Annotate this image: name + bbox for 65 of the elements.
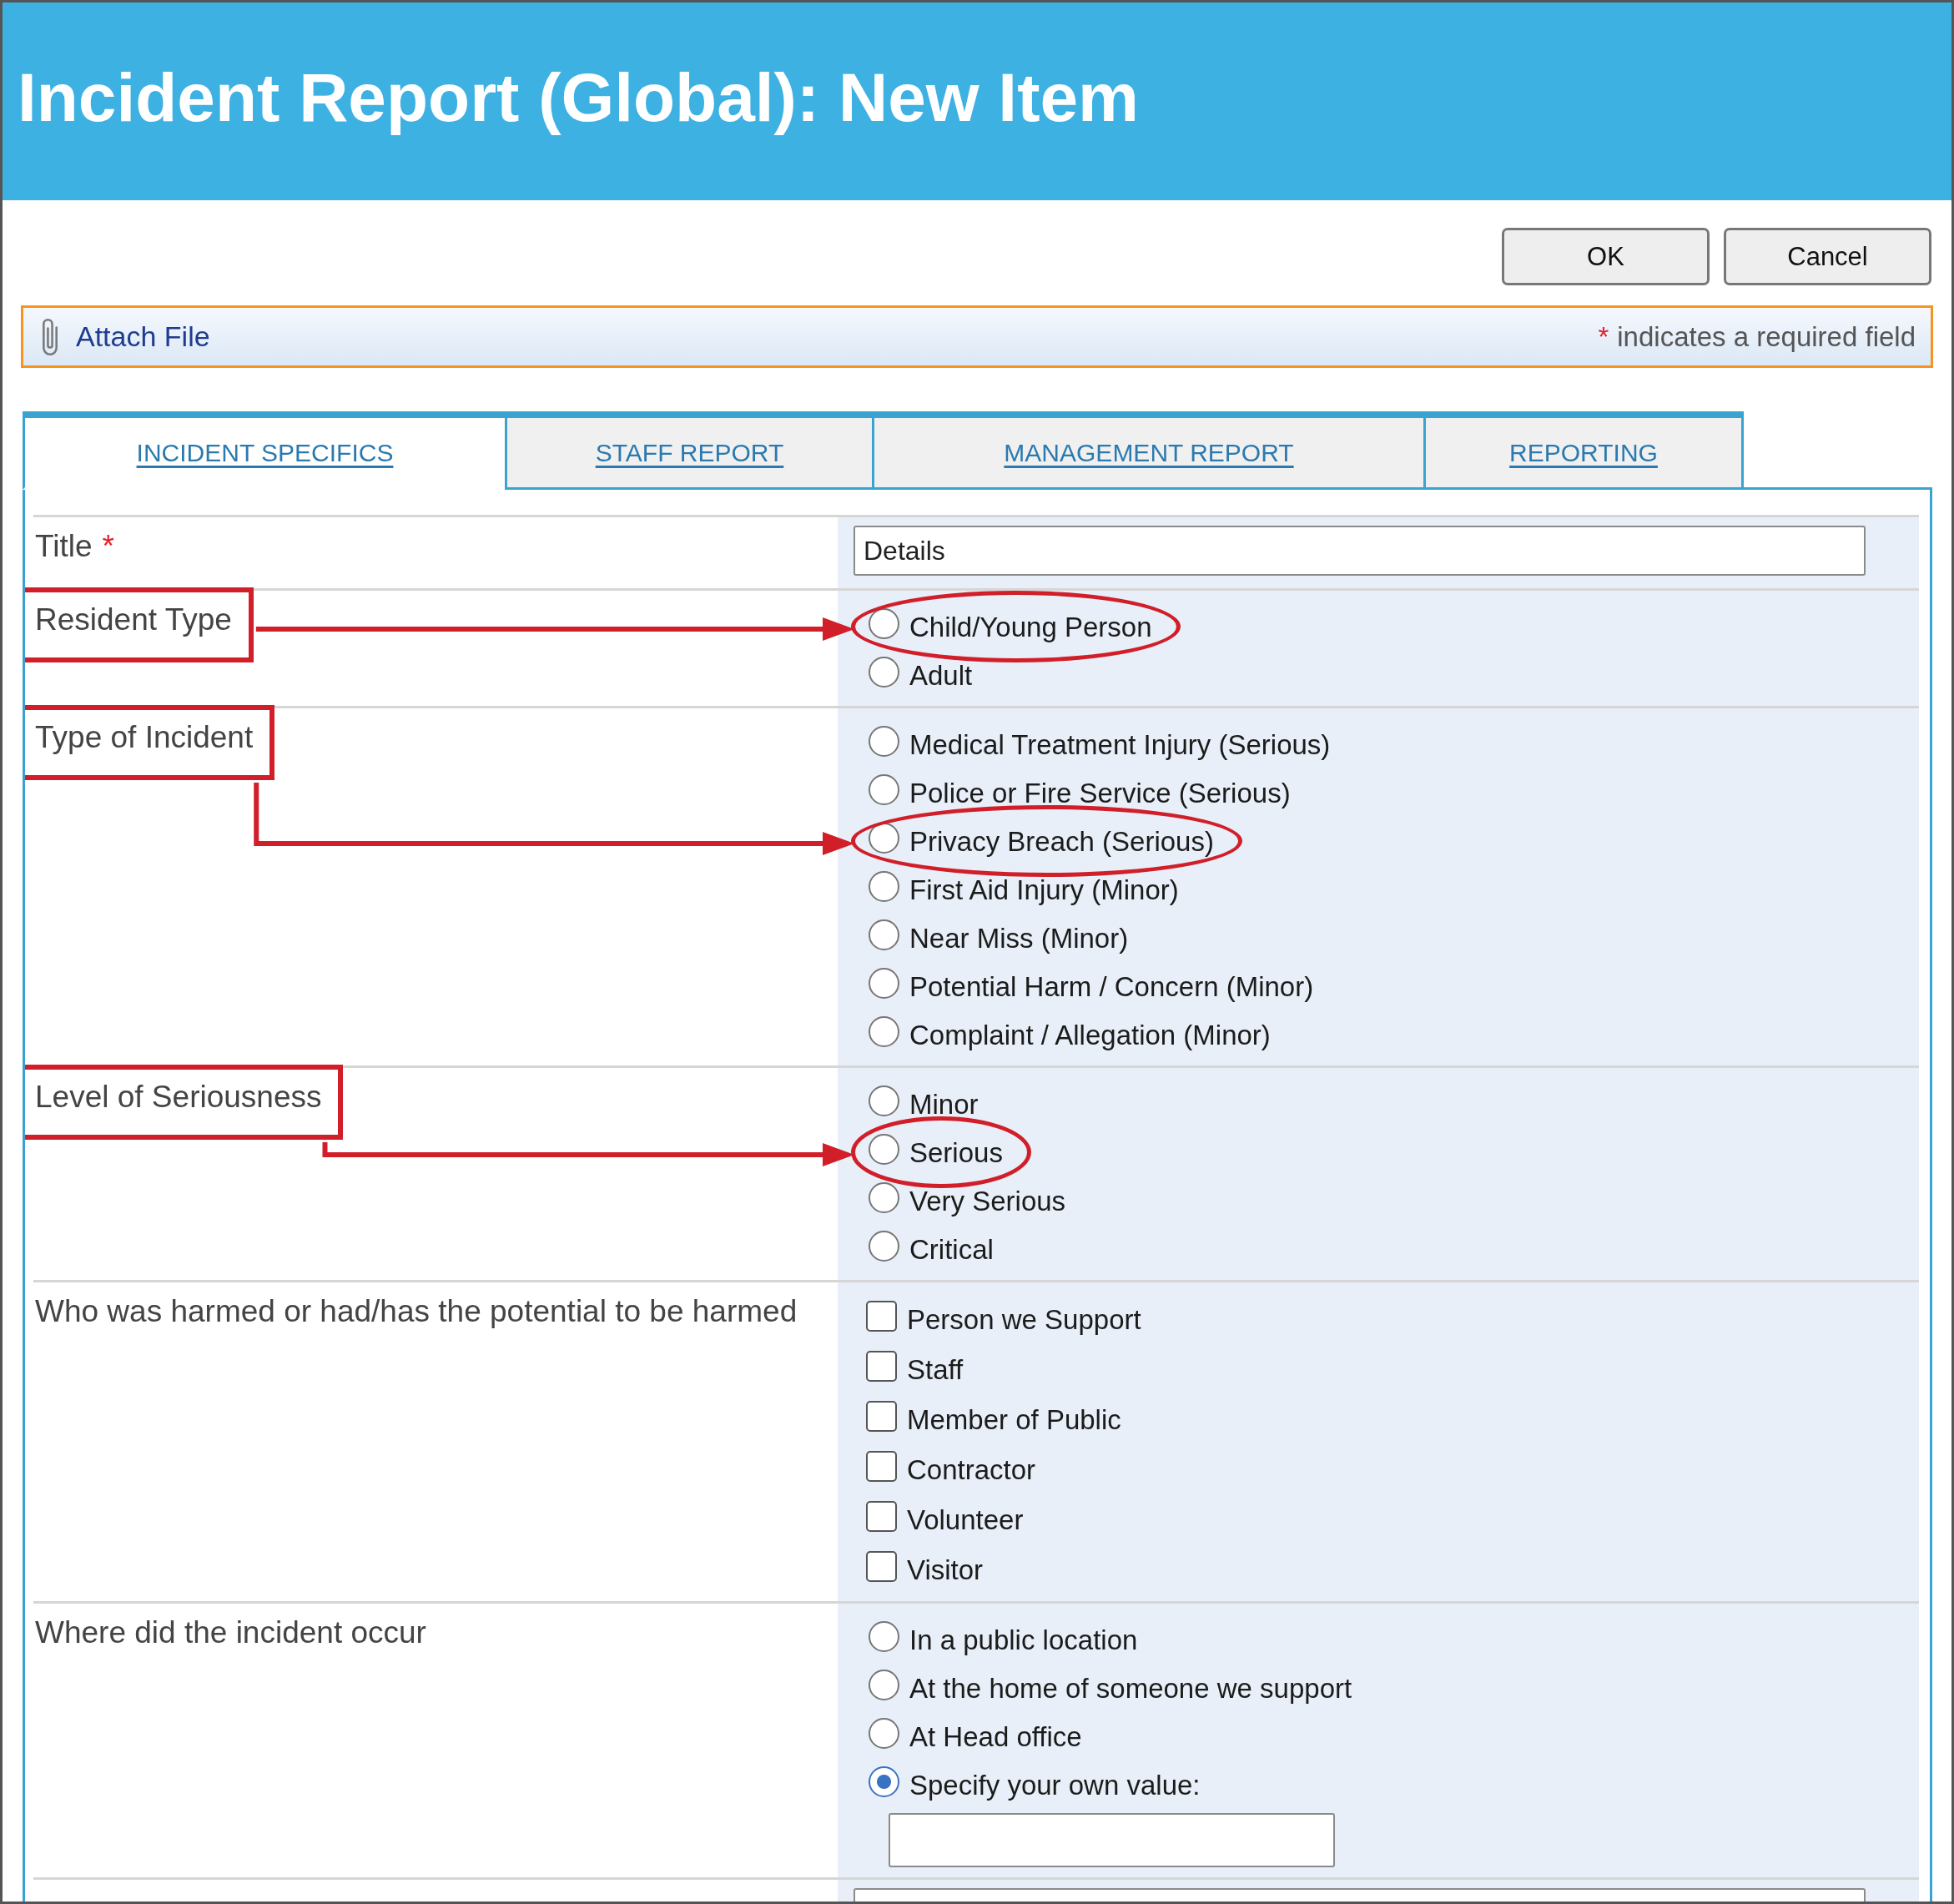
field-label: Resident Type [35,602,232,637]
radio-button[interactable] [869,773,899,805]
radio-button[interactable] [869,1669,899,1700]
radio-button[interactable] [869,1085,899,1116]
tab[interactable]: INCIDENT SPECIFICS [23,411,505,490]
radio-button[interactable] [869,870,899,902]
paperclip-icon [43,318,58,355]
required-mark: * [102,529,114,563]
input-field[interactable] [889,1813,1335,1867]
option-label[interactable]: Medical Treatment Injury (Serious) [909,720,1331,762]
option-label[interactable]: Adult [909,651,973,693]
radio-button[interactable] [869,725,899,757]
required-mark: * [1598,320,1609,353]
field-label: Level of Seriousness [35,1080,322,1114]
checkbox[interactable] [866,1350,897,1382]
option-label[interactable]: Staff [907,1345,964,1387]
option-label[interactable]: In a public location [909,1615,1138,1657]
option-label[interactable]: Minor [909,1080,979,1121]
tab[interactable]: STAFF REPORT [505,411,872,490]
checkbox[interactable] [866,1300,897,1332]
cancel-button[interactable]: Cancel [1724,228,1931,285]
option-label[interactable]: First Aid Injury (Minor) [909,865,1179,907]
text-field[interactable]: Details [854,526,1866,576]
field-label: Where did the incident occur [35,1615,426,1650]
radio-button[interactable] [869,607,899,639]
option-label[interactable]: Child/Young Person [909,602,1152,644]
option-label[interactable]: Privacy Breach (Serious) [909,817,1214,859]
radio-button[interactable] [869,1765,899,1797]
option-label[interactable]: Contractor [907,1445,1036,1487]
option-label[interactable]: Member of Public [907,1395,1121,1437]
field-label: Who was harmed or had/has the potential to be harmed [35,1294,798,1328]
option-label[interactable]: Specify your own value: [909,1760,1201,1802]
tab[interactable]: MANAGEMENT REPORT [872,411,1423,490]
ok-button[interactable]: OK [1502,228,1710,285]
radio-button[interactable] [869,1620,899,1652]
checkbox[interactable] [866,1500,897,1532]
option-label[interactable]: At Head office [909,1712,1082,1754]
checkbox[interactable] [866,1450,897,1482]
tab[interactable]: REPORTING [1423,411,1744,490]
checkbox[interactable] [866,1550,897,1582]
option-label[interactable]: At the home of someone we support [909,1664,1352,1705]
radio-button[interactable] [869,1015,899,1047]
checkbox[interactable] [866,1400,897,1432]
radio-button[interactable] [869,656,899,688]
attach-file-link[interactable]: Attach File [76,320,210,353]
option-label[interactable]: Complaint / Allegation (Minor) [909,1010,1271,1052]
radio-button[interactable] [869,967,899,999]
option-label[interactable]: Potential Harm / Concern (Minor) [909,962,1314,1004]
radio-button[interactable] [869,1230,899,1262]
radio-button[interactable] [869,1181,899,1213]
option-label[interactable]: Person we Support [907,1295,1141,1337]
required-note: indicates a required field [1617,320,1916,353]
radio-button[interactable] [869,1717,899,1749]
field-label: Title [35,529,93,563]
option-label[interactable]: Very Serious [909,1176,1066,1218]
option-label[interactable]: Serious [909,1128,1003,1170]
option-label[interactable]: Police or Fire Service (Serious) [909,768,1291,810]
field-label: Type of Incident [35,720,254,754]
option-label[interactable]: Visitor [907,1545,984,1587]
radio-button[interactable] [869,1133,899,1165]
radio-button[interactable] [869,919,899,950]
radio-button[interactable] [869,822,899,854]
option-label[interactable]: Volunteer [907,1495,1024,1537]
option-label[interactable]: Near Miss (Minor) [909,914,1129,955]
option-label[interactable]: Critical [909,1225,994,1267]
